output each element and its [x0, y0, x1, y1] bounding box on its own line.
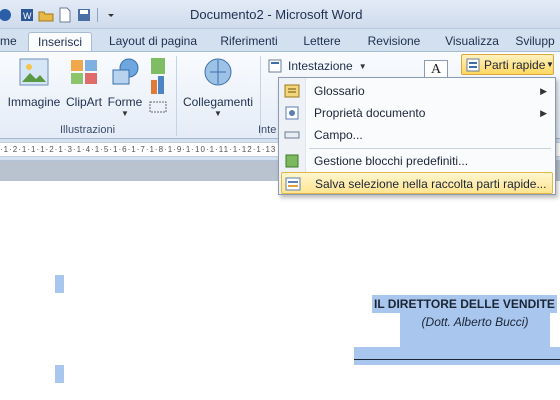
tab-revisione[interactable]: Revisione	[362, 32, 426, 51]
menu-item-label: Salva selezione nella raccolta parti rap…	[315, 177, 547, 191]
signature-name-text: (Dott. Alberto Bucci)	[421, 315, 529, 329]
intestazione-label: Intestazione	[288, 59, 353, 73]
tab-visualizza[interactable]: Visualizza	[438, 32, 506, 51]
tab-inserisci[interactable]: Inserisci	[28, 32, 92, 51]
signature-underline	[354, 359, 560, 360]
title-bar: W Documento2 - Microsoft Word	[0, 0, 560, 29]
document-properties-icon	[284, 105, 300, 121]
menu-item-label: Campo...	[314, 128, 363, 142]
selection-marker	[55, 275, 64, 293]
word-window: W Documento2 - Microsoft Word me Inseris…	[0, 0, 560, 400]
intestazione-button[interactable]: Intestazione ▼	[268, 56, 367, 76]
open-folder-icon[interactable]	[38, 7, 54, 23]
menu-item-glossario[interactable]: Glossario ▶	[281, 80, 553, 102]
svg-text:W: W	[23, 11, 32, 21]
tab-sviluppo[interactable]: Svilupp	[510, 32, 560, 51]
office-logo-icon[interactable]	[0, 7, 16, 23]
tab-layout-di-pagina[interactable]: Layout di pagina	[104, 32, 202, 51]
parti-rapide-button[interactable]: Parti rapide ▼	[461, 54, 554, 75]
building-blocks-icon	[284, 153, 300, 169]
clipart-label: ClipArt	[65, 95, 102, 109]
shapes-icon	[106, 56, 144, 91]
picture-icon	[6, 56, 62, 91]
menu-item-gestione-blocchi[interactable]: Gestione blocchi predefiniti...	[281, 150, 553, 172]
smartart-small-buttons	[148, 56, 170, 125]
parti-rapide-menu: Glossario ▶ Proprietà documento ▶ Campo.…	[278, 77, 556, 195]
customize-qat-icon[interactable]	[103, 7, 119, 23]
tab-lettere[interactable]: Lettere	[296, 32, 348, 51]
menu-item-label: Gestione blocchi predefiniti...	[314, 154, 469, 168]
parti-rapide-label: Parti rapide	[484, 58, 546, 72]
new-document-icon[interactable]	[57, 7, 73, 23]
ribbon-tabs: me Inserisci Layout di pagina Riferiment…	[0, 29, 560, 51]
globe-link-icon	[180, 56, 256, 91]
intestazione-dropdown-icon: ▼	[358, 61, 367, 71]
signature-line	[354, 347, 560, 365]
tab-riferimenti[interactable]: Riferimenti	[214, 32, 284, 51]
glossary-icon	[284, 83, 300, 99]
group-separator	[176, 56, 177, 136]
menu-item-label: Proprietà documento	[314, 106, 426, 120]
menu-item-campo[interactable]: Campo...	[281, 124, 553, 146]
quick-parts-icon	[466, 58, 480, 75]
save-icon[interactable]	[76, 7, 92, 23]
document-page[interactable]: IL DIRETTORE DELLE VENDITE (Dott. Albert…	[0, 181, 560, 400]
collegamenti-button[interactable]: Collegamenti ▼	[180, 56, 256, 118]
clipart-icon	[64, 56, 104, 91]
immagine-label: Immagine	[7, 95, 61, 109]
submenu-arrow-icon: ▶	[540, 108, 547, 118]
selection-marker	[55, 365, 64, 383]
window-title: Documento2 - Microsoft Word	[190, 7, 363, 22]
qat-separator	[97, 8, 98, 22]
quick-access-toolbar: W	[0, 6, 119, 24]
header-icon	[268, 59, 282, 73]
forme-button[interactable]: Forme ▼	[106, 56, 144, 118]
menu-item-label: Glossario	[314, 84, 365, 98]
menu-item-proprieta-documento[interactable]: Proprietà documento ▶	[281, 102, 553, 124]
illustrazioni-group-label: Illustrazioni	[60, 124, 116, 136]
forme-label: Forme	[107, 95, 143, 109]
immagine-button[interactable]: Immagine	[6, 56, 62, 109]
tab-home[interactable]: me	[0, 32, 17, 51]
forme-dropdown-icon: ▼	[121, 109, 129, 118]
signature-name: (Dott. Alberto Bucci)	[400, 313, 550, 347]
parti-rapide-dropdown-icon: ▼	[546, 60, 554, 69]
collegamenti-dropdown-icon: ▼	[214, 109, 222, 118]
field-icon	[284, 127, 300, 143]
clipart-button[interactable]: ClipArt	[64, 56, 104, 109]
group-separator	[260, 56, 261, 136]
word-icon[interactable]: W	[19, 7, 35, 23]
collegamenti-label: Collegamenti	[182, 95, 254, 109]
signature-title: IL DIRETTORE DELLE VENDITE	[372, 295, 557, 313]
save-selection-icon	[285, 176, 301, 192]
menu-item-salva-selezione[interactable]: Salva selezione nella raccolta parti rap…	[281, 172, 553, 194]
submenu-arrow-icon: ▶	[540, 86, 547, 96]
menu-separator	[309, 148, 551, 149]
